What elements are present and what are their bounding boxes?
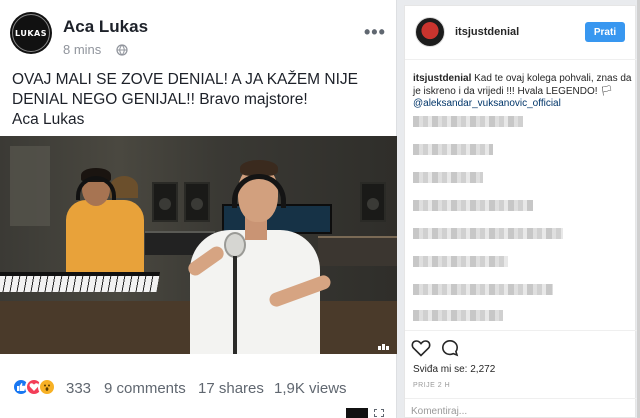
comment-input[interactable] [411, 404, 611, 418]
author-name[interactable]: Aca Lukas [63, 17, 148, 37]
blurred-comment [413, 172, 483, 183]
comment-bubble-icon[interactable] [441, 339, 459, 357]
instagram-avatar[interactable] [415, 17, 445, 47]
divider [405, 398, 637, 399]
post-text: OVAJ MALI SE ZOVE DENIAL! A JA KAŽEM NIJ… [12, 70, 387, 130]
video-speaker [152, 182, 178, 222]
blurred-comment [413, 284, 553, 295]
heart-outline-icon[interactable] [411, 339, 431, 357]
blurred-comment [413, 228, 563, 239]
blurred-comment [413, 200, 533, 211]
blurred-comment [413, 144, 493, 155]
instagram-header: itsjustdenial Prati [405, 6, 637, 60]
post-date: PRIJE 2 H [413, 382, 451, 389]
wow-reaction-icon [38, 378, 56, 396]
post-text-line: Aca Lukas [12, 111, 85, 128]
comments-count-link[interactable]: 9 comments [104, 380, 186, 397]
caption-username[interactable]: itsjustdenial [413, 73, 471, 84]
blurred-comment [413, 116, 523, 127]
video-window [10, 146, 50, 226]
instagram-username[interactable]: itsjustdenial [455, 26, 519, 38]
post-text-line: DENIAL NEGO GENIJAL!! Bravo majstore! [12, 91, 308, 108]
follow-button[interactable]: Prati [585, 22, 625, 42]
mention-link[interactable]: @aleksandar_vuksanovic_official [413, 98, 561, 109]
globe-icon [116, 44, 128, 56]
video-keyboard [0, 272, 160, 292]
fullscreen-icon[interactable] [374, 409, 384, 417]
avatar-logo-text: LUKAS [15, 29, 47, 38]
blurred-comments [413, 116, 573, 326]
video-player[interactable] [0, 136, 397, 354]
facebook-post: LUKAS Aca Lukas 8 mins ••• OVAJ MALI SE … [0, 0, 397, 418]
shares-count-link[interactable]: 17 shares [198, 380, 264, 397]
instagram-post-panel: itsjustdenial Prati itsjustdenial Kad te… [404, 5, 637, 418]
microphone-icon [224, 232, 246, 258]
divider [405, 330, 637, 331]
likes-count[interactable]: Sviđa mi se: 2,272 [413, 364, 495, 375]
blurred-comment [413, 256, 508, 267]
views-count: 1,9K views [274, 380, 347, 397]
post-text-line: OVAJ MALI SE ZOVE DENIAL! A JA KAŽEM NIJ… [12, 71, 358, 88]
video-speaker [184, 182, 210, 222]
more-options-icon[interactable]: ••• [364, 22, 386, 43]
video-rack [318, 236, 397, 266]
video-speaker [360, 182, 386, 222]
video-thumbnail[interactable] [346, 408, 368, 418]
video-mic-stand [233, 256, 237, 354]
post-time[interactable]: 8 mins [63, 42, 101, 57]
reaction-count[interactable]: 333 [66, 380, 91, 397]
instagram-caption: itsjustdenial Kad te ovaj kolega pohvali… [413, 72, 633, 98]
author-avatar[interactable]: LUKAS [10, 12, 52, 54]
blurred-comment [413, 310, 503, 321]
fullscreen-icon[interactable] [378, 341, 390, 350]
